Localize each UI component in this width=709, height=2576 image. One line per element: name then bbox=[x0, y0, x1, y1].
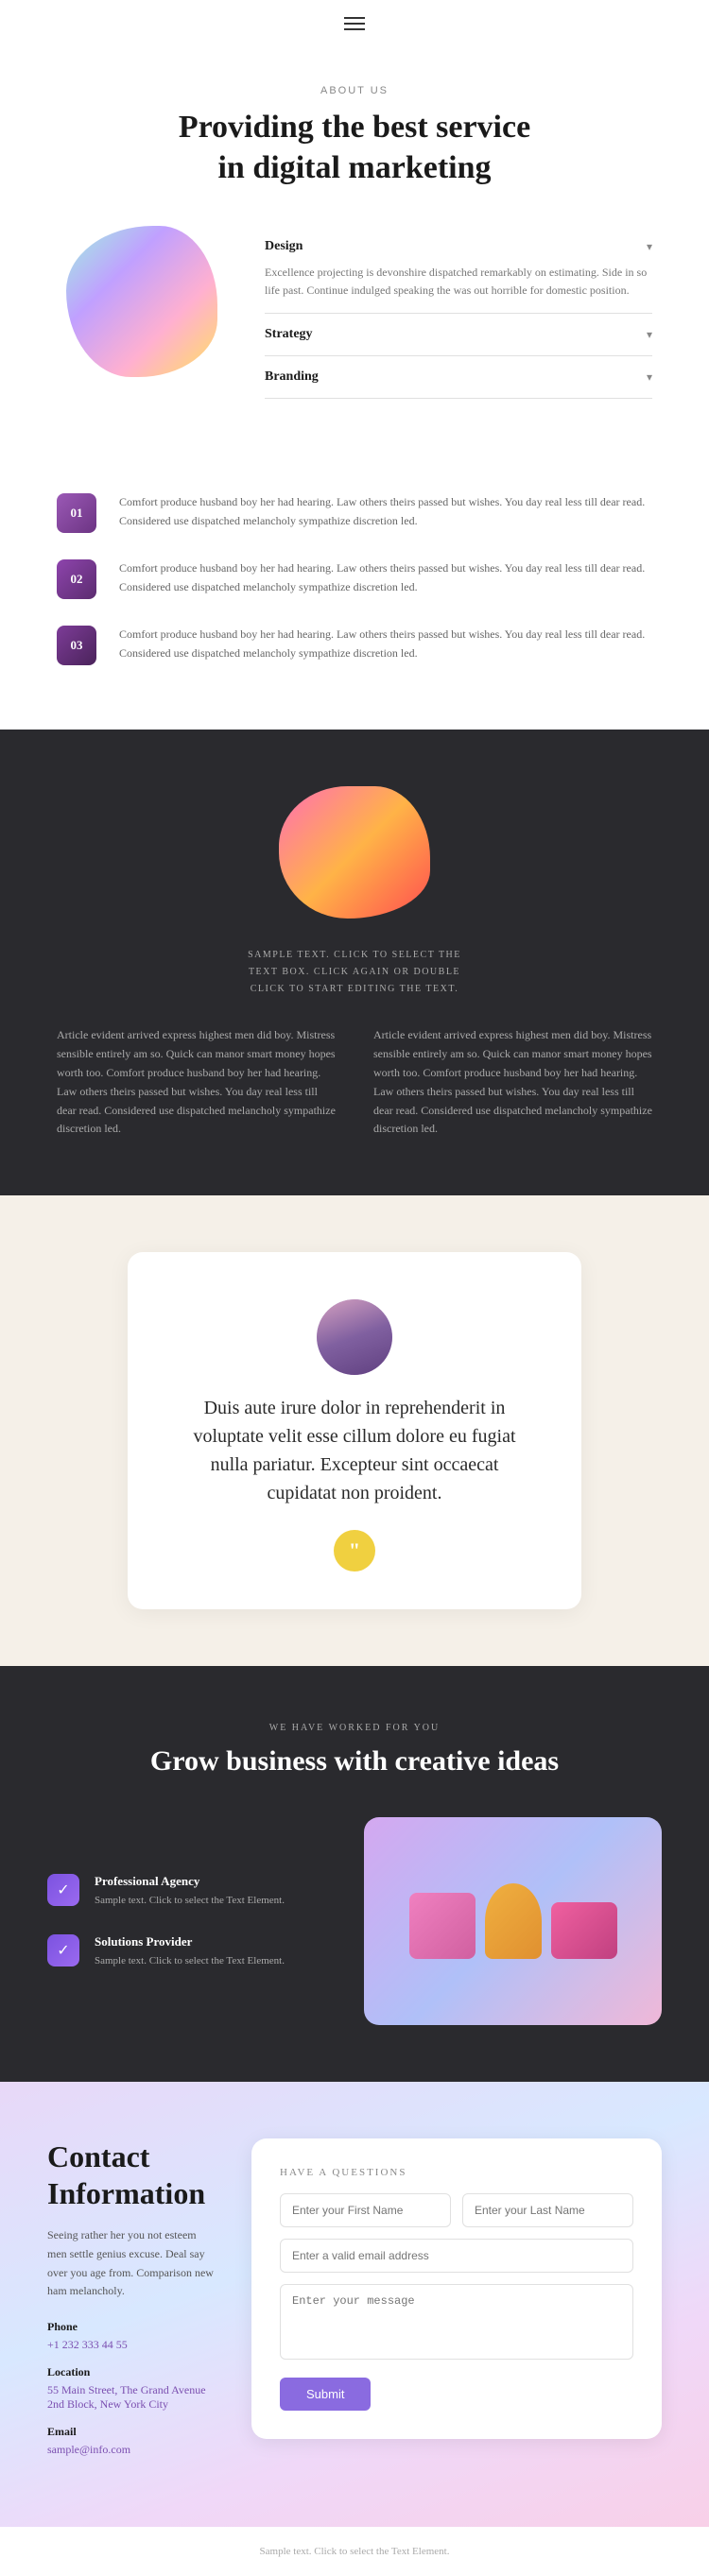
step-text-2: Comfort produce husband boy her had hear… bbox=[119, 559, 652, 597]
testimonial-card: Duis aute irure dolor in reprehenderit i… bbox=[128, 1252, 581, 1609]
last-name-input[interactable] bbox=[462, 2193, 633, 2227]
accordion-body-design: Excellence projecting is devonshire disp… bbox=[265, 264, 652, 300]
blob-shape bbox=[66, 226, 217, 377]
dark-col-1: Article evident arrived express highest … bbox=[57, 1026, 336, 1139]
grow-content: ✓ Professional Agency Sample text. Click… bbox=[47, 1817, 662, 2025]
chevron-down-icon-2: ▾ bbox=[647, 328, 652, 342]
grow-item-text-1: Professional Agency Sample text. Click t… bbox=[95, 1874, 285, 1909]
quote-icon: " bbox=[334, 1530, 375, 1571]
navbar bbox=[0, 0, 709, 47]
first-name-input[interactable] bbox=[280, 2193, 451, 2227]
about-label: ABOUT US bbox=[57, 85, 652, 96]
step-badge-3: 03 bbox=[57, 626, 96, 665]
step-text-1: Comfort produce husband boy her had hear… bbox=[119, 493, 652, 531]
grow-label: WE HAVE WORKED FOR YOU bbox=[47, 1723, 662, 1733]
submit-button[interactable]: Submit bbox=[280, 2378, 371, 2411]
grow-image-inner bbox=[390, 1864, 636, 1978]
grow-item-heading-1: Professional Agency bbox=[95, 1874, 285, 1889]
grow-item-desc-1: Sample text. Click to select the Text El… bbox=[95, 1893, 285, 1909]
step-item-3: 03 Comfort produce husband boy her had h… bbox=[57, 626, 652, 665]
accordion-header-design[interactable]: Design ▾ bbox=[265, 239, 652, 254]
accordion-item-strategy: Strategy ▾ bbox=[265, 314, 652, 356]
steps-section: 01 Comfort produce husband boy her had h… bbox=[0, 455, 709, 730]
sample-text-label: SAMPLE TEXT. CLICK TO SELECT THETEXT BOX… bbox=[57, 947, 652, 998]
about-title: Providing the best servicein digital mar… bbox=[57, 108, 652, 188]
step-item-1: 01 Comfort produce husband boy her had h… bbox=[57, 493, 652, 533]
contact-title: ContactInformation bbox=[47, 2138, 214, 2211]
check-icon-2: ✓ bbox=[47, 1934, 79, 1966]
grow-title: Grow business with creative ideas bbox=[47, 1743, 662, 1779]
dark-blob-wrap bbox=[57, 786, 652, 919]
form-section-label: HAVE A QUESTIONS bbox=[280, 2167, 633, 2178]
testimonial-section: Duis aute irure dolor in reprehenderit i… bbox=[0, 1195, 709, 1666]
email-input[interactable] bbox=[280, 2239, 633, 2273]
chevron-down-icon: ▾ bbox=[647, 240, 652, 254]
phone-value: +1 232 333 44 55 bbox=[47, 2338, 214, 2352]
contact-section: ContactInformation Seeing rather her you… bbox=[0, 2082, 709, 2527]
accordion-item-branding: Branding ▾ bbox=[265, 356, 652, 399]
about-accordion: Design ▾ Excellence projecting is devons… bbox=[265, 226, 652, 399]
check-icon-1: ✓ bbox=[47, 1874, 79, 1906]
form-name-row bbox=[280, 2193, 633, 2227]
email-label: Email bbox=[47, 2425, 214, 2439]
phone-label: Phone bbox=[47, 2320, 214, 2334]
cube-2 bbox=[485, 1883, 542, 1959]
grow-section: WE HAVE WORKED FOR YOU Grow business wit… bbox=[0, 1666, 709, 2082]
footer-text: Sample text. Click to select the Text El… bbox=[260, 2546, 450, 2557]
contact-info: ContactInformation Seeing rather her you… bbox=[47, 2138, 214, 2470]
dark-columns: Article evident arrived express highest … bbox=[57, 1026, 652, 1139]
grow-item-heading-2: Solutions Provider bbox=[95, 1934, 285, 1949]
grow-item-1: ✓ Professional Agency Sample text. Click… bbox=[47, 1874, 345, 1909]
about-section: ABOUT US Providing the best servicein di… bbox=[0, 47, 709, 455]
accordion-title-strategy: Strategy bbox=[265, 327, 313, 342]
email-value: sample@info.com bbox=[47, 2443, 214, 2457]
dark-section: SAMPLE TEXT. CLICK TO SELECT THETEXT BOX… bbox=[0, 730, 709, 1195]
dark-blob-shape bbox=[279, 786, 430, 919]
contact-form: HAVE A QUESTIONS Submit bbox=[251, 2138, 662, 2439]
grow-list: ✓ Professional Agency Sample text. Click… bbox=[47, 1817, 345, 2025]
accordion-title-branding: Branding bbox=[265, 369, 319, 385]
message-input[interactable] bbox=[280, 2284, 633, 2360]
accordion-item-design: Design ▾ Excellence projecting is devons… bbox=[265, 226, 652, 314]
accordion-header-branding[interactable]: Branding ▾ bbox=[265, 369, 652, 385]
testimonial-quote: Duis aute irure dolor in reprehenderit i… bbox=[175, 1394, 534, 1507]
accordion-header-strategy[interactable]: Strategy ▾ bbox=[265, 327, 652, 342]
cube-1 bbox=[409, 1893, 476, 1959]
grow-item-text-2: Solutions Provider Sample text. Click to… bbox=[95, 1934, 285, 1969]
about-blob-image bbox=[57, 226, 227, 377]
dark-col-2: Article evident arrived express highest … bbox=[373, 1026, 652, 1139]
form-email-row bbox=[280, 2239, 633, 2273]
step-item-2: 02 Comfort produce husband boy her had h… bbox=[57, 559, 652, 599]
accordion-title-design: Design bbox=[265, 239, 303, 254]
grow-item-desc-2: Sample text. Click to select the Text El… bbox=[95, 1953, 285, 1969]
step-text-3: Comfort produce husband boy her had hear… bbox=[119, 626, 652, 663]
step-badge-1: 01 bbox=[57, 493, 96, 533]
location-label: Location bbox=[47, 2365, 214, 2379]
hamburger-menu[interactable] bbox=[344, 17, 365, 30]
grow-item-2: ✓ Solutions Provider Sample text. Click … bbox=[47, 1934, 345, 1969]
contact-description: Seeing rather her you not esteem men set… bbox=[47, 2226, 214, 2301]
location-value: 55 Main Street, The Grand Avenue 2nd Blo… bbox=[47, 2383, 214, 2412]
avatar bbox=[317, 1299, 392, 1375]
grow-image bbox=[364, 1817, 662, 2025]
step-badge-2: 02 bbox=[57, 559, 96, 599]
chevron-down-icon-3: ▾ bbox=[647, 370, 652, 385]
footer: Sample text. Click to select the Text El… bbox=[0, 2527, 709, 2576]
cube-3 bbox=[551, 1902, 617, 1959]
avatar-image bbox=[317, 1299, 392, 1375]
